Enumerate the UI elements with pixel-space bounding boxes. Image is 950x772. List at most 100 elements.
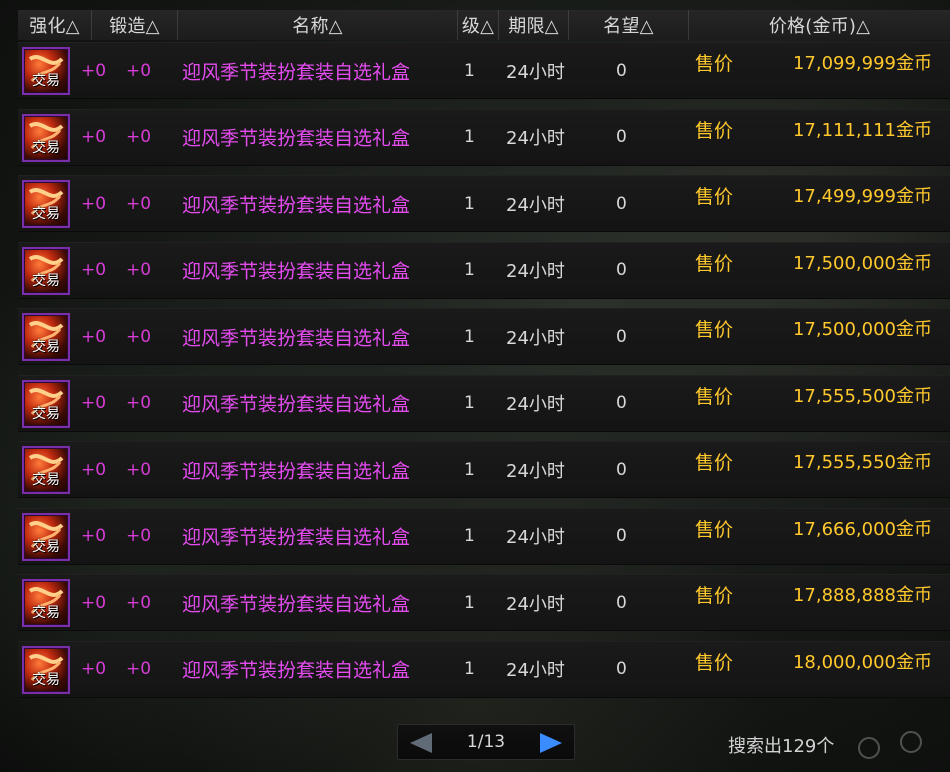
term-value: 24小时 — [506, 527, 565, 548]
item-name[interactable]: 迎风季节装扮套装自选礼盒 — [182, 190, 410, 217]
price-value: 17,500,000金币 — [792, 252, 932, 274]
sale-label: 售价 — [695, 53, 734, 75]
level-value: 1 — [464, 326, 475, 347]
forge-value: +0 — [126, 659, 152, 679]
sale-label: 售价 — [695, 252, 734, 275]
enhance-value: +0 — [81, 326, 107, 347]
gift-box-icon[interactable]: 交易 — [22, 246, 70, 295]
header-fame[interactable]: 名望△ — [568, 10, 688, 40]
item-name[interactable]: 迎风季节装扮套装自选礼盒 — [182, 390, 410, 417]
trade-label: 交易 — [32, 605, 60, 621]
table-row[interactable]: 交易 +0 +0 迎风季节装扮套装自选礼盒 1 24小时 0 售价 17,666… — [18, 507, 950, 565]
price-value: 17,111,111金币 — [792, 119, 932, 141]
enhance-value: +0 — [81, 526, 107, 546]
header-forge[interactable]: 锻造△ — [91, 10, 177, 40]
fame-value: 0 — [616, 592, 627, 613]
header-name[interactable]: 名称△ — [177, 10, 457, 40]
table-header: 强化△ 锻造△ 名称△ 级△ 期限△ 名望△ 价格(金币)△ — [18, 10, 950, 40]
enhance-value: +0 — [81, 260, 107, 280]
item-name[interactable]: 迎风季节装扮套装自选礼盒 — [182, 257, 410, 284]
fame-value: 0 — [616, 459, 627, 480]
enhance-value: +0 — [81, 659, 107, 679]
level-value: 1 — [464, 260, 475, 280]
term-value: 24小时 — [506, 261, 565, 282]
gear-icon[interactable] — [900, 731, 922, 753]
trade-label: 交易 — [32, 272, 60, 289]
price-value: 18,000,000金币 — [792, 651, 932, 673]
gift-box-icon[interactable]: 交易 — [22, 180, 70, 228]
arrow-right-icon[interactable] — [540, 733, 562, 753]
level-value: 1 — [464, 393, 475, 413]
level-value: 1 — [464, 526, 475, 546]
fame-value: 0 — [616, 193, 627, 214]
level-value: 1 — [464, 459, 475, 480]
term-value: 24小时 — [506, 128, 565, 149]
header-price[interactable]: 价格(金币)△ — [688, 10, 950, 40]
gift-box-icon[interactable]: 交易 — [22, 579, 70, 627]
price-value: 17,666,000金币 — [792, 518, 932, 540]
forge-value: +0 — [126, 60, 152, 81]
term-value: 24小时 — [506, 327, 565, 349]
price-value: 17,499,999金币 — [792, 186, 932, 207]
trade-label: 交易 — [32, 538, 60, 555]
header-term[interactable]: 期限△ — [498, 10, 568, 40]
item-name[interactable]: 迎风季节装扮套装自选礼盒 — [182, 57, 410, 84]
forge-value: +0 — [126, 127, 152, 147]
pagination: 1/13 — [397, 724, 575, 760]
price-value: 17,555,500金币 — [792, 385, 932, 407]
term-value: 24小时 — [506, 460, 565, 482]
enhance-value: +0 — [81, 193, 107, 214]
gift-box-icon[interactable]: 交易 — [22, 313, 70, 361]
table-row[interactable]: 交易 +0 +0 迎风季节装扮套装自选礼盒 1 24小时 0 售价 17,499… — [18, 175, 950, 232]
gift-box-icon[interactable]: 交易 — [22, 446, 70, 494]
table-row[interactable]: 交易 +0 +0 迎风季节装扮套装自选礼盒 1 24小时 0 售价 17,555… — [18, 441, 950, 498]
term-value: 24小时 — [506, 194, 565, 216]
sale-label: 售价 — [695, 119, 734, 142]
sale-label: 售价 — [695, 585, 734, 607]
forge-value: +0 — [126, 193, 152, 214]
table-row[interactable]: 交易 +0 +0 迎风季节装扮套装自选礼盒 1 24小时 0 售价 17,555… — [18, 374, 950, 432]
price-value: 17,555,550金币 — [792, 452, 932, 473]
term-value: 24小时 — [506, 394, 565, 415]
item-name[interactable]: 迎风季节装扮套装自选礼盒 — [182, 456, 410, 483]
item-name[interactable]: 迎风季节装扮套装自选礼盒 — [182, 124, 410, 151]
price-value: 17,500,000金币 — [792, 319, 932, 340]
item-name[interactable]: 迎风季节装扮套装自选礼盒 — [182, 323, 410, 350]
table-row[interactable]: 交易 +0 +0 迎风季节装扮套装自选礼盒 1 24小时 0 售价 17,500… — [18, 308, 950, 365]
header-level[interactable]: 级△ — [457, 10, 498, 40]
header-enhance[interactable]: 强化△ — [18, 10, 91, 40]
gift-box-icon[interactable]: 交易 — [22, 512, 70, 561]
auction-list: 交易 +0 +0 迎风季节装扮套装自选礼盒 1 24小时 0 售价 17,099… — [18, 42, 950, 707]
item-name[interactable]: 迎风季节装扮套装自选礼盒 — [182, 523, 410, 550]
fame-value: 0 — [616, 260, 627, 280]
level-value: 1 — [464, 592, 475, 613]
sale-label: 售价 — [695, 518, 734, 541]
item-name[interactable]: 迎风季节装扮套装自选礼盒 — [182, 656, 410, 683]
gift-box-icon[interactable]: 交易 — [22, 379, 70, 428]
table-row[interactable]: 交易 +0 +0 迎风季节装扮套装自选礼盒 1 24小时 0 售价 17,099… — [18, 42, 950, 99]
table-row[interactable]: 交易 +0 +0 迎风季节装扮套装自选礼盒 1 24小时 0 售价 17,888… — [18, 574, 950, 631]
table-row[interactable]: 交易 +0 +0 迎风季节装扮套装自选礼盒 1 24小时 0 售价 17,500… — [18, 241, 950, 299]
level-value: 1 — [464, 127, 475, 147]
table-row[interactable]: 交易 +0 +0 迎风季节装扮套装自选礼盒 1 24小时 0 售价 17,111… — [18, 108, 950, 166]
gift-box-icon[interactable]: 交易 — [22, 645, 70, 694]
trade-label: 交易 — [32, 73, 60, 89]
level-value: 1 — [464, 60, 475, 81]
fame-value: 0 — [616, 526, 627, 546]
gift-box-icon[interactable]: 交易 — [22, 113, 70, 162]
term-value: 24小时 — [506, 593, 565, 615]
enhance-value: +0 — [81, 60, 107, 81]
fame-value: 0 — [616, 393, 627, 413]
fame-value: 0 — [616, 659, 627, 679]
sale-label: 售价 — [695, 319, 734, 341]
trade-label: 交易 — [32, 405, 60, 422]
gift-box-icon[interactable]: 交易 — [22, 47, 70, 95]
settings-icon[interactable] — [858, 737, 880, 759]
fame-value: 0 — [616, 127, 627, 147]
item-name[interactable]: 迎风季节装扮套装自选礼盒 — [182, 589, 410, 616]
enhance-value: +0 — [81, 393, 107, 413]
sale-label: 售价 — [695, 651, 734, 674]
forge-value: +0 — [126, 526, 152, 546]
table-row[interactable]: 交易 +0 +0 迎风季节装扮套装自选礼盒 1 24小时 0 售价 18,000… — [18, 640, 950, 698]
sale-label: 售价 — [695, 385, 734, 408]
